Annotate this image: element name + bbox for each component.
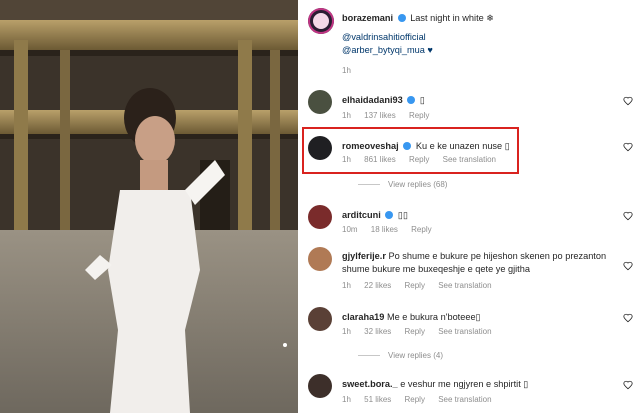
- comment-username[interactable]: sweet.bora._: [342, 379, 398, 389]
- comment-item: arditcuni ▯▯ 10m 18 likes Reply: [308, 205, 633, 240]
- comments-panel: borazemani Last night in white ❄ @valdri…: [298, 0, 640, 413]
- like-heart-icon[interactable]: [623, 142, 633, 152]
- reply-button[interactable]: Reply: [405, 327, 425, 336]
- comment-text: arditcuni ▯▯: [342, 209, 607, 222]
- caption: borazemani Last night in white ❄ @valdri…: [308, 8, 633, 78]
- comment-username[interactable]: elhaidadani93: [342, 95, 403, 105]
- view-replies-label: View replies (4): [388, 351, 443, 360]
- comment-meta: 10m 18 likes Reply: [342, 225, 443, 234]
- comment-meta: 1h 137 likes Reply: [342, 111, 440, 120]
- comment-likes[interactable]: 137 likes: [364, 111, 396, 120]
- comment-meta: 1h 51 likes Reply See translation: [342, 395, 503, 404]
- photo-illustration: [0, 0, 298, 413]
- mention-valdrin[interactable]: @valdrinsahitiofficial: [342, 31, 607, 44]
- view-replies-label: View replies (68): [388, 180, 448, 189]
- comment-meta: 1h 32 likes Reply See translation: [342, 327, 503, 336]
- like-heart-icon[interactable]: [623, 96, 633, 106]
- like-heart-icon[interactable]: [623, 261, 633, 271]
- reply-button[interactable]: Reply: [405, 281, 425, 290]
- replies-divider: [358, 355, 380, 357]
- like-heart-icon[interactable]: [623, 380, 633, 390]
- author-avatar[interactable]: [308, 8, 334, 34]
- comment-body: ▯▯: [397, 210, 409, 220]
- comment-item: sweet.bora._ e veshur me ngjyren e shpir…: [308, 374, 633, 410]
- post-photo: [0, 0, 298, 413]
- comment-likes[interactable]: 51 likes: [364, 395, 391, 404]
- comment-text: elhaidadani93 ▯: [342, 94, 607, 107]
- like-heart-icon[interactable]: [623, 313, 633, 323]
- comment-body: ▯: [419, 95, 425, 105]
- view-replies-button[interactable]: View replies (68): [358, 180, 447, 189]
- verified-icon: [397, 14, 406, 22]
- commenter-avatar[interactable]: [308, 247, 332, 271]
- comment-body: e veshur me ngjyren e shpirtit ▯: [400, 379, 529, 389]
- comment-item: claraha19 Me e bukura n'boteee▯ 1h 32 li…: [308, 307, 633, 362]
- view-replies-button[interactable]: View replies (4): [358, 351, 443, 360]
- commenter-avatar[interactable]: [308, 307, 332, 331]
- mention-arber[interactable]: @arber_bytyqi_mua ♥: [342, 44, 607, 57]
- replies-divider: [358, 184, 380, 186]
- like-heart-icon[interactable]: [623, 211, 633, 221]
- reply-button[interactable]: Reply: [411, 225, 431, 234]
- verified-icon: [385, 211, 394, 219]
- commenter-avatar[interactable]: [308, 205, 332, 229]
- caption-time: 1h: [342, 66, 351, 75]
- see-translation-link[interactable]: See translation: [438, 327, 491, 336]
- comment-time: 1h: [342, 281, 351, 290]
- comment-likes[interactable]: 18 likes: [371, 225, 398, 234]
- comment-text: sweet.bora._ e veshur me ngjyren e shpir…: [342, 378, 607, 391]
- comment-username[interactable]: claraha19: [342, 312, 384, 322]
- comment-username[interactable]: arditcuni: [342, 210, 381, 220]
- reply-button[interactable]: Reply: [405, 395, 425, 404]
- comment-text: gjylferije.r Po shume e bukure pe hijesh…: [342, 250, 607, 276]
- reply-button[interactable]: Reply: [409, 111, 429, 120]
- highlight-box: [302, 127, 519, 174]
- verified-icon: [407, 96, 416, 104]
- comment-meta: 1h 22 likes Reply See translation: [342, 281, 503, 290]
- caption-text: borazemani Last night in white ❄ @valdri…: [342, 12, 607, 57]
- comment-item: gjylferije.r Po shume e bukure pe hijesh…: [308, 247, 633, 297]
- see-translation-link[interactable]: See translation: [438, 395, 491, 404]
- see-translation-link[interactable]: See translation: [438, 281, 491, 290]
- caption-meta: 1h: [342, 66, 362, 75]
- comment-likes[interactable]: 32 likes: [364, 327, 391, 336]
- caption-body: Last night in white ❄: [410, 13, 494, 23]
- comment-body: Me e bukura n'boteee▯: [386, 312, 481, 322]
- comment-time: 1h: [342, 327, 351, 336]
- comment-likes[interactable]: 22 likes: [364, 281, 391, 290]
- comment-item: elhaidadani93 ▯ 1h 137 likes Reply: [308, 90, 633, 130]
- commenter-avatar[interactable]: [308, 90, 332, 114]
- author-logo-icon: [308, 8, 334, 34]
- author-username[interactable]: borazemani: [342, 13, 393, 23]
- comment-time: 1h: [342, 111, 351, 120]
- comment-username[interactable]: gjylferije.r: [342, 251, 386, 261]
- comment-time: 1h: [342, 395, 351, 404]
- comment-time: 10m: [342, 225, 358, 234]
- commenter-avatar[interactable]: [308, 374, 332, 398]
- comment-text: claraha19 Me e bukura n'boteee▯: [342, 311, 607, 324]
